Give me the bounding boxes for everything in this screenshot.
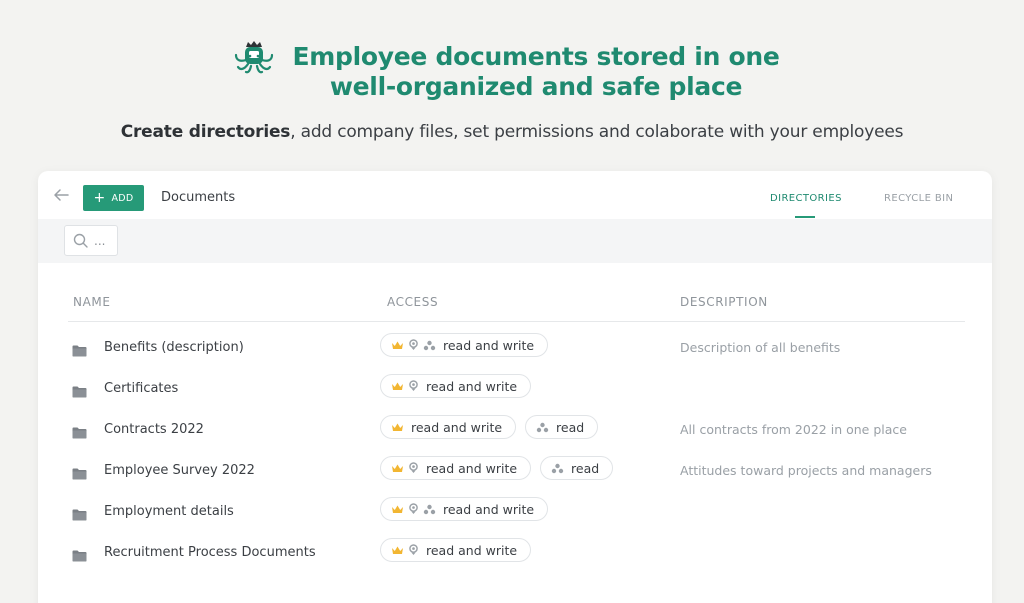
column-header-name: NAME bbox=[73, 295, 111, 309]
plus-icon: + bbox=[93, 190, 106, 206]
group-icon bbox=[536, 422, 549, 433]
user-icon bbox=[408, 339, 419, 351]
folder-icon bbox=[72, 424, 87, 439]
tagline-bold: Create directories bbox=[120, 122, 291, 142]
headline-line-2: well-organized and safe place bbox=[329, 72, 743, 101]
user-icon bbox=[408, 462, 419, 474]
hero: Employee documents stored in one well-or… bbox=[0, 0, 1024, 170]
access-badge: read bbox=[525, 415, 599, 439]
search-bar: ... bbox=[38, 219, 992, 263]
directory-description: Attitudes toward projects and managers bbox=[680, 463, 932, 478]
folder-icon bbox=[72, 506, 87, 521]
access-badge: read and write bbox=[380, 415, 517, 439]
tagline-rest: , add company files, set permissions and… bbox=[290, 122, 904, 142]
search-input[interactable]: ... bbox=[64, 225, 118, 256]
arrow-left-icon[interactable] bbox=[51, 185, 71, 205]
tagline: Create directories, add company files, s… bbox=[0, 122, 1024, 142]
table-row[interactable]: Recruitment Process Documents read and wr… bbox=[38, 535, 992, 576]
access-badges: read and write bbox=[380, 374, 532, 398]
folder-icon bbox=[72, 547, 87, 562]
table-row[interactable]: Certificates read and write bbox=[38, 371, 992, 412]
headline-line-1: Employee documents stored in one bbox=[292, 42, 780, 71]
user-icon bbox=[408, 503, 419, 515]
access-badge: read and write bbox=[380, 497, 549, 521]
crown-icon bbox=[391, 340, 404, 351]
directory-name[interactable]: Recruitment Process Documents bbox=[104, 545, 316, 560]
table-row[interactable]: Employment details read and write bbox=[38, 494, 992, 535]
access-badge: read and write bbox=[380, 456, 532, 480]
add-button[interactable]: + ADD bbox=[83, 185, 144, 211]
access-label: read and write bbox=[443, 501, 535, 517]
table-row[interactable]: Benefits (description) read and write Desc… bbox=[38, 330, 992, 371]
tab-recycle-bin[interactable]: RECYCLE BIN bbox=[884, 193, 953, 204]
crown-icon bbox=[391, 463, 404, 474]
folder-icon bbox=[72, 465, 87, 480]
page-title: Documents bbox=[161, 190, 236, 205]
user-icon bbox=[408, 544, 419, 556]
group-icon bbox=[423, 340, 436, 351]
crown-icon bbox=[391, 381, 404, 392]
access-badges: read and write bbox=[380, 497, 549, 521]
directory-name[interactable]: Employee Survey 2022 bbox=[104, 463, 255, 478]
directory-description: All contracts from 2022 in one place bbox=[680, 422, 907, 437]
add-button-label: ADD bbox=[111, 192, 134, 204]
access-label: read and write bbox=[426, 542, 518, 558]
access-badges: read and write read bbox=[380, 456, 614, 480]
table-row[interactable]: Employee Survey 2022 read and write read At… bbox=[38, 453, 992, 494]
access-badges: read and write bbox=[380, 538, 532, 562]
access-badges: read and write read bbox=[380, 415, 599, 439]
column-header-access: ACCESS bbox=[387, 295, 439, 309]
access-badge: read bbox=[540, 456, 614, 480]
group-icon bbox=[423, 504, 436, 515]
header-divider bbox=[68, 321, 965, 322]
directory-description: Description of all benefits bbox=[680, 340, 841, 355]
access-badges: read and write bbox=[380, 333, 549, 357]
search-placeholder: ... bbox=[94, 233, 106, 248]
active-tab-indicator bbox=[795, 216, 815, 218]
access-label: read and write bbox=[411, 419, 503, 435]
directory-name[interactable]: Employment details bbox=[104, 504, 234, 519]
search-icon bbox=[73, 233, 88, 248]
directory-name[interactable]: Contracts 2022 bbox=[104, 422, 204, 437]
folder-icon bbox=[72, 383, 87, 398]
access-label: read bbox=[571, 460, 600, 476]
column-header-description: DESCRIPTION bbox=[680, 295, 768, 309]
crown-icon bbox=[391, 545, 404, 556]
crown-icon bbox=[391, 422, 404, 433]
access-badge: read and write bbox=[380, 374, 532, 398]
access-badge: read and write bbox=[380, 538, 532, 562]
access-badge: read and write bbox=[380, 333, 549, 357]
directory-name[interactable]: Benefits (description) bbox=[104, 340, 244, 355]
access-label: read bbox=[556, 419, 585, 435]
access-label: read and write bbox=[426, 460, 518, 476]
group-icon bbox=[551, 463, 564, 474]
access-label: read and write bbox=[443, 337, 535, 353]
access-label: read and write bbox=[426, 378, 518, 394]
crown-icon bbox=[391, 504, 404, 515]
folder-icon bbox=[72, 342, 87, 357]
user-icon bbox=[408, 380, 419, 392]
directory-name[interactable]: Certificates bbox=[104, 381, 178, 396]
documents-card: + ADD Documents DIRECTORIES RECYCLE BIN … bbox=[38, 171, 992, 603]
tab-directories[interactable]: DIRECTORIES bbox=[770, 193, 842, 204]
headline: Employee documents stored in one well-or… bbox=[258, 42, 814, 102]
table-row[interactable]: Contracts 2022 read and write read All cont… bbox=[38, 412, 992, 453]
